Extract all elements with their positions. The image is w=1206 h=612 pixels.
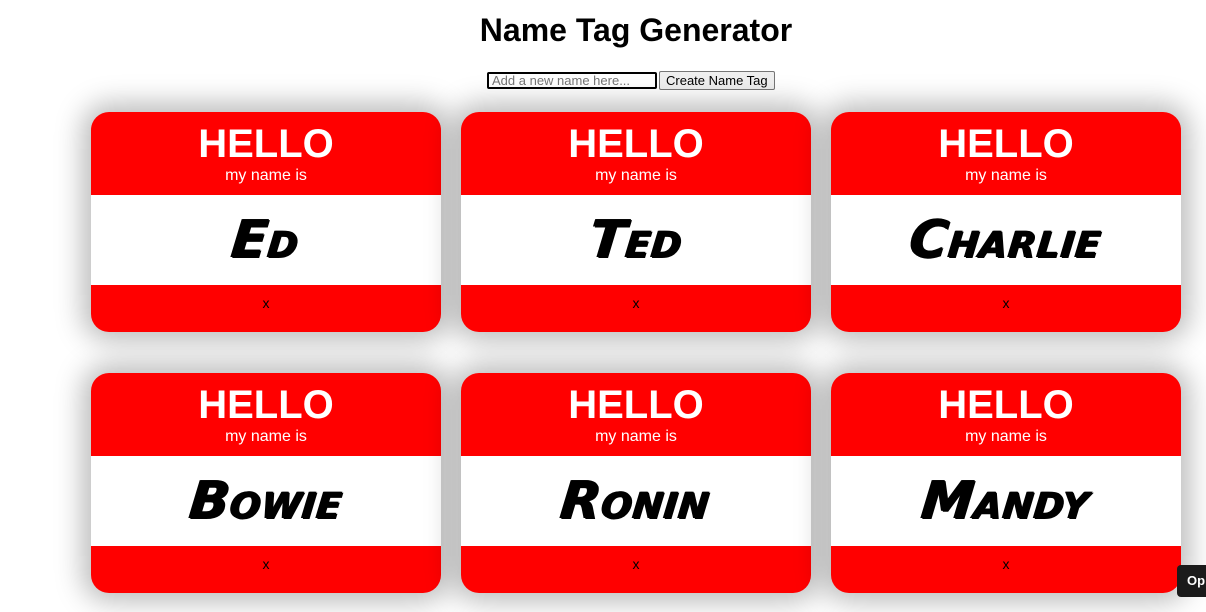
tag-subtitle: my name is — [225, 167, 307, 184]
tag-name-area: Mandy — [831, 456, 1181, 546]
tag-hello: HELLO — [198, 383, 334, 427]
tag-name-area: Ted — [461, 195, 811, 285]
page-title: Name Tag Generator — [479, 12, 793, 48]
name-tag: HELLO my name is Mandy x — [831, 373, 1181, 593]
tag-hello: HELLO — [938, 122, 1074, 166]
remove-tag-button[interactable]: x — [831, 295, 1181, 311]
remove-tag-button[interactable]: x — [91, 556, 441, 572]
remove-tag-button[interactable]: x — [461, 295, 811, 311]
tag-name-area: Bowie — [91, 456, 441, 546]
open-button[interactable]: Op — [1177, 565, 1206, 597]
add-name-form: Create Name Tag — [487, 71, 775, 90]
tag-subtitle: my name is — [225, 428, 307, 445]
name-tag: HELLO my name is Ed x — [91, 112, 441, 332]
tag-name: Mandy — [918, 471, 1094, 531]
tag-subtitle: my name is — [595, 167, 677, 184]
tag-subtitle: my name is — [595, 428, 677, 445]
tag-name: Ed — [229, 210, 303, 270]
tag-name-area: Charlie — [831, 195, 1181, 285]
name-tag: HELLO my name is Bowie x — [91, 373, 441, 593]
name-tag: HELLO my name is Charlie x — [831, 112, 1181, 332]
tag-subtitle: my name is — [965, 428, 1047, 445]
tag-hello: HELLO — [568, 122, 704, 166]
tag-hello: HELLO — [198, 122, 334, 166]
tag-name: Ted — [586, 210, 686, 270]
tag-name: Ronin — [558, 471, 714, 531]
name-tag: HELLO my name is Ronin x — [461, 373, 811, 593]
name-tag: HELLO my name is Ted x — [461, 112, 811, 332]
tag-name-area: Ronin — [461, 456, 811, 546]
remove-tag-button[interactable]: x — [91, 295, 441, 311]
tag-subtitle: my name is — [965, 167, 1047, 184]
remove-tag-button[interactable]: x — [831, 556, 1181, 572]
tag-hello: HELLO — [568, 383, 704, 427]
create-name-tag-button[interactable]: Create Name Tag — [659, 71, 775, 90]
tag-name: Bowie — [186, 471, 346, 531]
tag-name: Charlie — [906, 210, 1106, 270]
remove-tag-button[interactable]: x — [461, 556, 811, 572]
tag-hello: HELLO — [938, 383, 1074, 427]
name-input[interactable] — [487, 72, 657, 89]
tag-name-area: Ed — [91, 195, 441, 285]
